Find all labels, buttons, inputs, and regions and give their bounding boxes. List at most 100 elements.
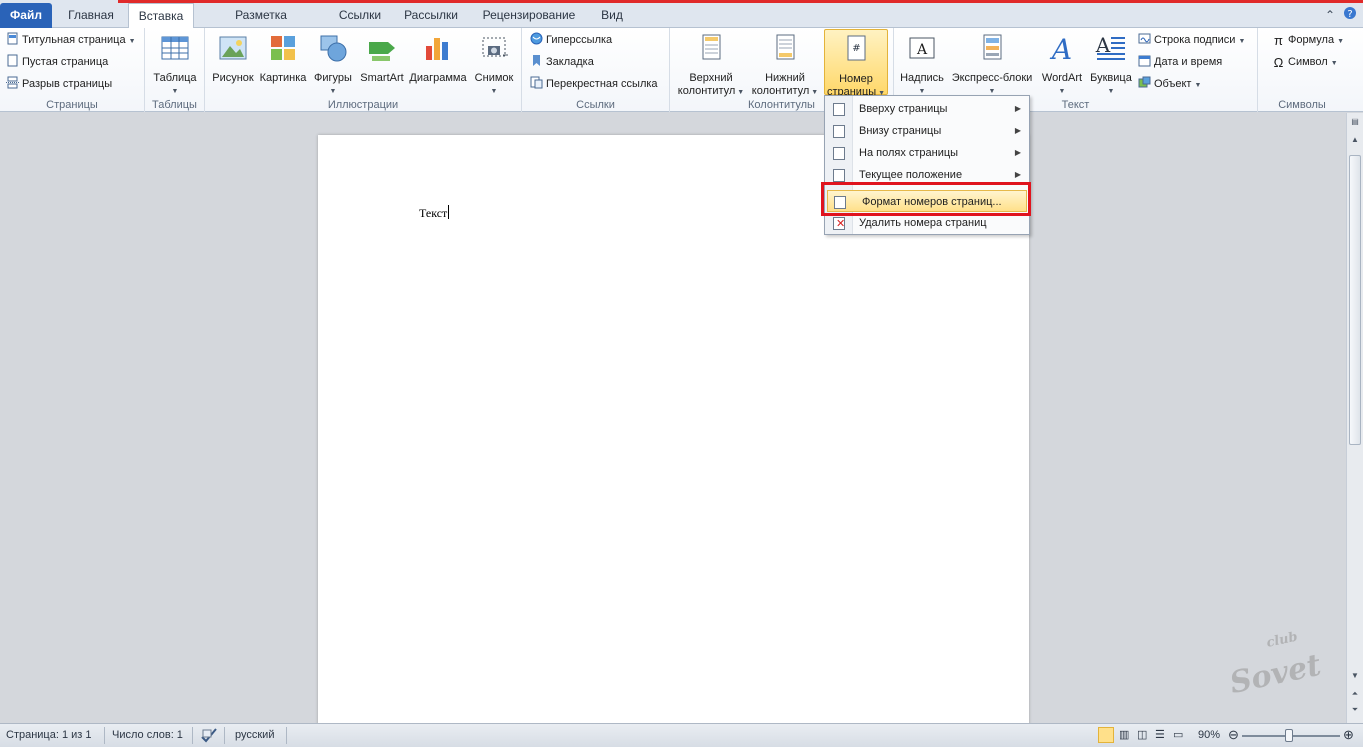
- group-label-links: Ссылки: [576, 99, 615, 111]
- group-label-tables: Таблицы: [152, 99, 197, 111]
- svg-text:#: #: [852, 43, 860, 54]
- chevron-down-icon: ▼: [1194, 82, 1202, 89]
- group-label-pages: Страницы: [46, 99, 98, 111]
- tab-mailings[interactable]: Рассылки: [398, 3, 464, 27]
- status-bar: Страница: 1 из 1 Число слов: 1 русский ▥…: [0, 723, 1363, 747]
- next-page-icon[interactable]: ⏷: [1349, 703, 1361, 717]
- submenu-arrow-icon: ▶: [1014, 126, 1021, 135]
- quick-parts-button[interactable]: Экспресс-блоки ▼: [948, 32, 1036, 98]
- help-icon[interactable]: ?: [1343, 6, 1357, 23]
- screenshot-icon: [482, 37, 508, 57]
- clipart-button[interactable]: Картинка: [257, 32, 309, 85]
- watermark-line-2: Sovet: [1226, 647, 1325, 702]
- page-top-icon: [833, 103, 845, 116]
- object-label: Объект: [1154, 78, 1192, 90]
- signature-line-button[interactable]: Строка подписи ▼: [1138, 30, 1245, 50]
- status-language[interactable]: русский: [235, 729, 274, 741]
- symbol-button[interactable]: Ω Символ ▼: [1272, 52, 1338, 72]
- textbox-button[interactable]: A Надпись ▼: [896, 32, 948, 98]
- calendar-icon: [1138, 55, 1151, 67]
- equation-label: Формула: [1288, 34, 1335, 46]
- header-label-1: Верхний: [689, 72, 733, 84]
- hyperlink-button[interactable]: Гиперссылка: [530, 30, 612, 50]
- tab-view[interactable]: Вид: [594, 3, 630, 27]
- minimize-ribbon-icon[interactable]: ⌃: [1325, 8, 1335, 22]
- tab-home[interactable]: Главная: [60, 3, 122, 27]
- picture-button[interactable]: Рисунок: [209, 32, 257, 85]
- shapes-icon: [320, 35, 347, 62]
- screenshot-label: Снимок: [474, 72, 514, 84]
- chart-icon: [426, 38, 448, 60]
- object-button[interactable]: Объект ▼: [1138, 74, 1201, 94]
- chart-button[interactable]: Диаграмма: [407, 32, 469, 85]
- hyperlink-icon: [530, 32, 543, 45]
- footer-button[interactable]: Нижний колонтитул ▼: [748, 32, 822, 99]
- chevron-down-icon: ▼: [735, 89, 745, 96]
- svg-text:A: A: [1049, 33, 1072, 64]
- ribbon: Титульная страница ▼ Пустая страница Раз…: [0, 28, 1363, 112]
- scrollbar-thumb[interactable]: [1349, 155, 1361, 445]
- status-divider: [286, 727, 287, 744]
- print-layout-view-icon[interactable]: [1098, 727, 1114, 743]
- table-button[interactable]: Таблица ▼: [149, 32, 201, 98]
- zoom-in-icon[interactable]: ⊕: [1343, 727, 1354, 743]
- shapes-button[interactable]: Фигуры ▼: [309, 32, 357, 98]
- scroll-down-arrow-icon[interactable]: ▼: [1349, 669, 1361, 683]
- footer-icon: [776, 34, 795, 60]
- outline-view-icon[interactable]: ☰: [1155, 728, 1165, 741]
- screenshot-button[interactable]: Снимок ▼: [469, 32, 519, 98]
- zoom-slider-handle[interactable]: [1285, 729, 1293, 742]
- page-margins-icon: [833, 147, 845, 160]
- chevron-down-icon: ▼: [329, 88, 337, 95]
- header-icon: [702, 34, 721, 60]
- cross-reference-button[interactable]: Перекрестная ссылка: [530, 74, 658, 94]
- zoom-out-icon[interactable]: ⊖: [1228, 727, 1239, 743]
- page-number-button[interactable]: # Номер страницы ▼: [824, 29, 888, 98]
- cover-page-button[interactable]: Титульная страница ▼: [6, 30, 136, 50]
- draft-view-icon[interactable]: ▭: [1173, 728, 1183, 741]
- bookmark-button[interactable]: Закладка: [530, 52, 594, 72]
- spelling-check-icon[interactable]: [200, 727, 218, 746]
- footer-label-1: Нижний: [765, 72, 805, 84]
- smartart-label: SmartArt: [360, 72, 404, 84]
- bookmark-icon: [533, 55, 540, 66]
- wordart-icon: A: [1049, 33, 1072, 66]
- web-layout-view-icon[interactable]: ◫: [1137, 728, 1147, 741]
- bookmark-label: Закладка: [546, 56, 594, 68]
- scroll-up-arrow-icon[interactable]: ▲: [1349, 133, 1361, 147]
- page-break-button[interactable]: Разрыв страницы: [6, 74, 112, 94]
- date-time-button[interactable]: Дата и время: [1138, 52, 1222, 72]
- previous-page-icon[interactable]: ⏶: [1349, 687, 1361, 701]
- menu-item-page-margins[interactable]: На полях страницы ▶: [825, 142, 1029, 164]
- textbox-icon: A: [909, 37, 935, 59]
- blank-page-button[interactable]: Пустая страница: [6, 52, 108, 72]
- full-screen-reading-view-icon[interactable]: ▥: [1119, 728, 1129, 741]
- quick-parts-icon: [983, 34, 1002, 60]
- cover-page-icon: [7, 32, 18, 45]
- status-page-count[interactable]: Страница: 1 из 1: [6, 729, 92, 741]
- ruler-toggle-icon[interactable]: ▤: [1349, 115, 1361, 129]
- wordart-button[interactable]: A WordArt ▼: [1036, 32, 1088, 98]
- tab-references[interactable]: Ссылки: [330, 3, 390, 27]
- tab-review[interactable]: Рецензирование: [476, 3, 582, 27]
- header-button[interactable]: Верхний колонтитул ▼: [676, 32, 746, 99]
- vertical-scrollbar[interactable]: ▤ ▲ ▼ ⏶ ⏷: [1346, 113, 1363, 723]
- status-word-count[interactable]: Число слов: 1: [112, 729, 183, 741]
- tab-insert[interactable]: Вставка: [128, 3, 194, 29]
- zoom-level[interactable]: 90%: [1198, 729, 1220, 741]
- document-text[interactable]: Текст: [419, 205, 450, 221]
- menu-item-top-of-page[interactable]: Вверху страницы ▶: [825, 98, 1029, 120]
- dropcap-button[interactable]: A Буквица ▼: [1088, 32, 1134, 98]
- clipart-icon: [271, 36, 295, 60]
- menu-item-bottom-of-page[interactable]: Внизу страницы ▶: [825, 120, 1029, 142]
- tab-file[interactable]: Файл: [0, 3, 52, 28]
- picture-label: Рисунок: [212, 72, 254, 84]
- submenu-arrow-icon: ▶: [1014, 104, 1021, 113]
- menu-item-label: Удалить номера страниц: [859, 217, 987, 229]
- smartart-button[interactable]: SmartArt: [357, 32, 407, 85]
- omega-icon: Ω: [1273, 55, 1284, 70]
- picture-icon: [219, 36, 247, 60]
- status-divider: [104, 727, 105, 744]
- tab-page-layout[interactable]: Разметка страницы: [202, 3, 320, 46]
- equation-button[interactable]: π Формула ▼: [1272, 30, 1344, 50]
